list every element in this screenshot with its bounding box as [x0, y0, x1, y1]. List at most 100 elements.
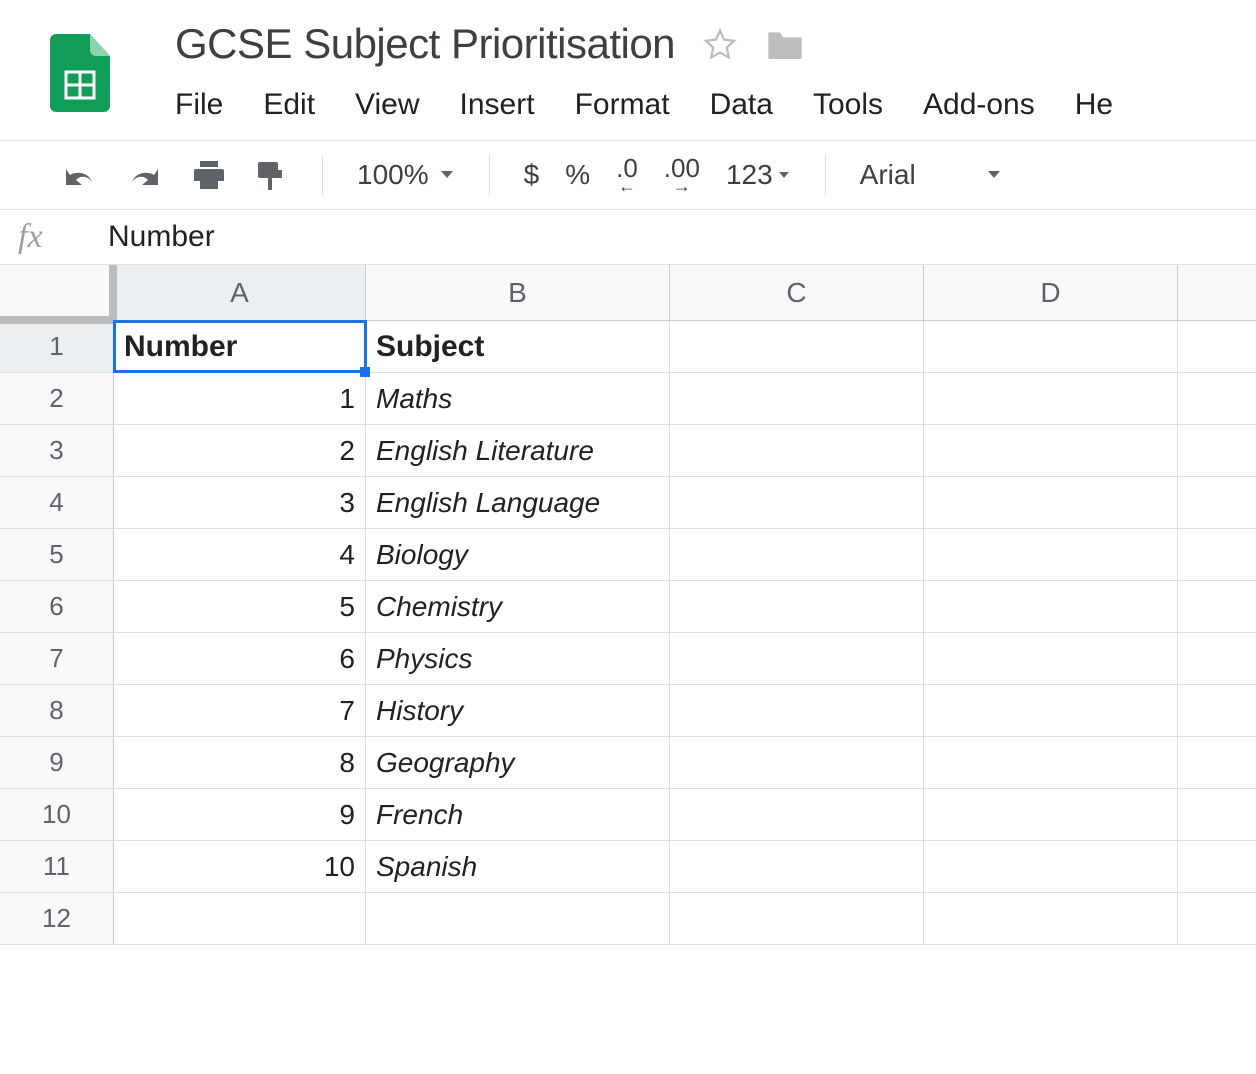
- row-header[interactable]: 7: [0, 633, 114, 684]
- cell-b8[interactable]: History: [366, 685, 670, 736]
- row-header[interactable]: 9: [0, 737, 114, 788]
- menu-format[interactable]: Format: [575, 88, 670, 122]
- cell-d3[interactable]: [924, 425, 1178, 476]
- paint-format-icon[interactable]: [254, 158, 288, 192]
- row-header[interactable]: 4: [0, 477, 114, 528]
- star-icon[interactable]: [703, 27, 737, 61]
- cell-b4[interactable]: English Language: [366, 477, 670, 528]
- cell-c8[interactable]: [670, 685, 924, 736]
- more-formats-button[interactable]: 123: [726, 159, 791, 191]
- row-header[interactable]: 2: [0, 373, 114, 424]
- cell-d7[interactable]: [924, 633, 1178, 684]
- cell-b10[interactable]: French: [366, 789, 670, 840]
- menu-bar: File Edit View Insert Format Data Tools …: [175, 88, 1256, 122]
- zoom-select[interactable]: 100%: [357, 159, 455, 191]
- row-header[interactable]: 10: [0, 789, 114, 840]
- cell-b12[interactable]: [366, 893, 670, 944]
- cell-c2[interactable]: [670, 373, 924, 424]
- chevron-down-icon: [439, 169, 455, 181]
- row: 3 2 English Literature: [0, 425, 1256, 477]
- cell-a10[interactable]: 9: [114, 789, 366, 840]
- cell-c11[interactable]: [670, 841, 924, 892]
- cell-d2[interactable]: [924, 373, 1178, 424]
- number-format-group: $ % .0 ← .00 → 123: [524, 155, 791, 195]
- spreadsheet-grid[interactable]: A B C D 1 Number Subject 2 1 Maths 3 2 E…: [0, 265, 1256, 945]
- title-area: GCSE Subject Prioritisation File Edit Vi…: [175, 20, 1256, 122]
- menu-file[interactable]: File: [175, 88, 223, 122]
- cell-d1[interactable]: [924, 321, 1178, 372]
- cell-b11[interactable]: Spanish: [366, 841, 670, 892]
- cell-c1[interactable]: [670, 321, 924, 372]
- row: 1 Number Subject: [0, 321, 1256, 373]
- row: 6 5 Chemistry: [0, 581, 1256, 633]
- cell-b3[interactable]: English Literature: [366, 425, 670, 476]
- menu-addons[interactable]: Add-ons: [923, 88, 1035, 122]
- column-header-c[interactable]: C: [670, 265, 924, 320]
- column-header-d[interactable]: D: [924, 265, 1178, 320]
- row-header[interactable]: 11: [0, 841, 114, 892]
- row-header[interactable]: 12: [0, 893, 114, 944]
- cell-b9[interactable]: Geography: [366, 737, 670, 788]
- cell-b1[interactable]: Subject: [366, 321, 670, 372]
- cell-b7[interactable]: Physics: [366, 633, 670, 684]
- cell-a3[interactable]: 2: [114, 425, 366, 476]
- cell-c6[interactable]: [670, 581, 924, 632]
- column-header-b[interactable]: B: [366, 265, 670, 320]
- undo-icon[interactable]: [60, 161, 98, 189]
- print-icon[interactable]: [192, 159, 226, 191]
- cell-a5[interactable]: 4: [114, 529, 366, 580]
- cell-a8[interactable]: 7: [114, 685, 366, 736]
- menu-tools[interactable]: Tools: [813, 88, 883, 122]
- cell-d10[interactable]: [924, 789, 1178, 840]
- column-header-a[interactable]: A: [114, 265, 366, 320]
- row-header[interactable]: 6: [0, 581, 114, 632]
- cell-b2[interactable]: Maths: [366, 373, 670, 424]
- cell-b6[interactable]: Chemistry: [366, 581, 670, 632]
- cell-d8[interactable]: [924, 685, 1178, 736]
- cell-a11[interactable]: 10: [114, 841, 366, 892]
- cell-a4[interactable]: 3: [114, 477, 366, 528]
- cell-d4[interactable]: [924, 477, 1178, 528]
- row-header[interactable]: 5: [0, 529, 114, 580]
- cell-d11[interactable]: [924, 841, 1178, 892]
- menu-help[interactable]: He: [1075, 88, 1113, 122]
- cell-c4[interactable]: [670, 477, 924, 528]
- cell-c12[interactable]: [670, 893, 924, 944]
- row-header[interactable]: 3: [0, 425, 114, 476]
- row: 12: [0, 893, 1256, 945]
- menu-edit[interactable]: Edit: [263, 88, 315, 122]
- cell-c10[interactable]: [670, 789, 924, 840]
- redo-icon[interactable]: [126, 161, 164, 189]
- cell-a2[interactable]: 1: [114, 373, 366, 424]
- row-header[interactable]: 8: [0, 685, 114, 736]
- menu-view[interactable]: View: [355, 88, 419, 122]
- cell-c9[interactable]: [670, 737, 924, 788]
- folder-icon[interactable]: [765, 27, 805, 61]
- chevron-down-icon: [777, 170, 791, 180]
- increase-decimal-button[interactable]: .00 →: [664, 155, 700, 195]
- toolbar-separator: [322, 155, 323, 195]
- cell-a1[interactable]: Number: [114, 321, 366, 372]
- cell-d6[interactable]: [924, 581, 1178, 632]
- cell-a7[interactable]: 6: [114, 633, 366, 684]
- percent-button[interactable]: %: [565, 159, 590, 191]
- cell-b5[interactable]: Biology: [366, 529, 670, 580]
- cell-a12[interactable]: [114, 893, 366, 944]
- cell-d5[interactable]: [924, 529, 1178, 580]
- document-title[interactable]: GCSE Subject Prioritisation: [175, 20, 675, 68]
- cell-d9[interactable]: [924, 737, 1178, 788]
- formula-input[interactable]: Number: [108, 220, 215, 254]
- cell-d12[interactable]: [924, 893, 1178, 944]
- menu-insert[interactable]: Insert: [460, 88, 535, 122]
- cell-c7[interactable]: [670, 633, 924, 684]
- currency-button[interactable]: $: [524, 159, 540, 191]
- cell-c3[interactable]: [670, 425, 924, 476]
- decrease-decimal-button[interactable]: .0 ←: [616, 155, 638, 195]
- row-header[interactable]: 1: [0, 321, 114, 372]
- cell-a6[interactable]: 5: [114, 581, 366, 632]
- cell-a9[interactable]: 8: [114, 737, 366, 788]
- font-select[interactable]: Arial: [860, 159, 1002, 191]
- menu-data[interactable]: Data: [710, 88, 773, 122]
- cell-c5[interactable]: [670, 529, 924, 580]
- select-all-corner[interactable]: [0, 265, 114, 320]
